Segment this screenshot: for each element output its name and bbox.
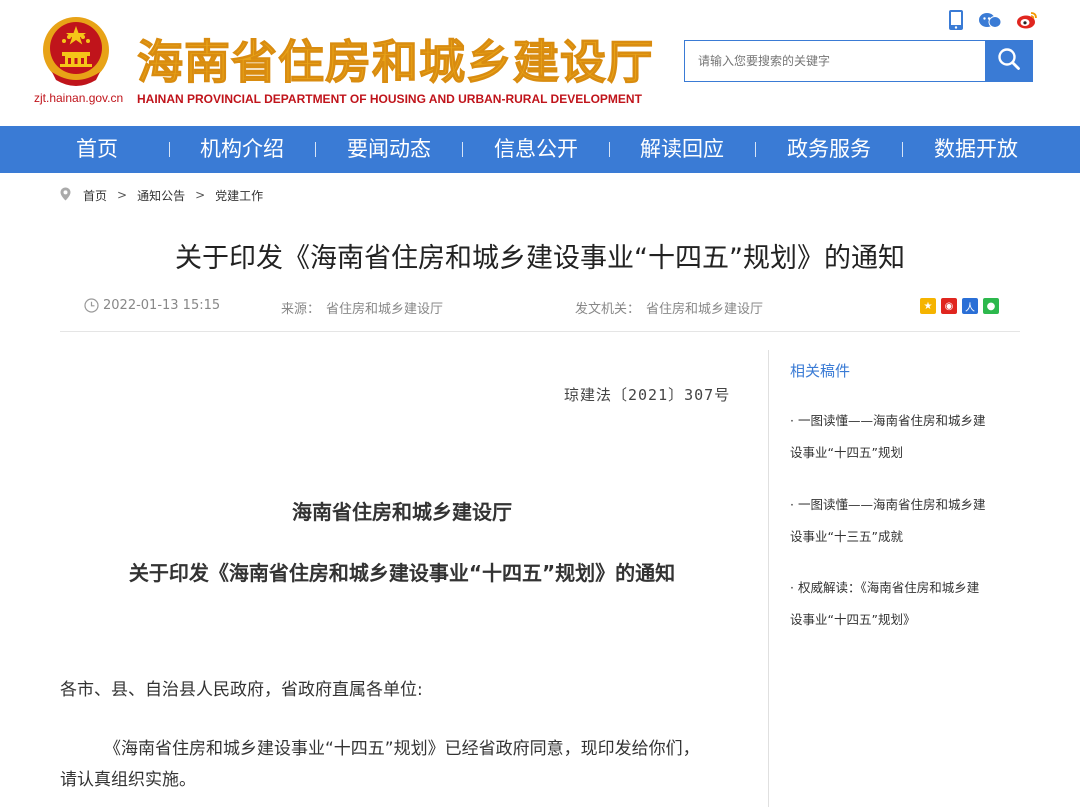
search-input[interactable]	[685, 41, 985, 81]
nav-item-interpretation[interactable]: 解读回应	[640, 126, 724, 173]
search-button[interactable]	[985, 40, 1033, 82]
share-bar: ★ ◉ 人 ●	[920, 298, 999, 314]
nav-separator	[315, 142, 316, 157]
body-paragraph-line2: 请认真组织实施。	[60, 770, 196, 790]
nav-item-about[interactable]: 机构介绍	[200, 126, 284, 173]
nav-item-home[interactable]: 首页	[76, 126, 118, 173]
date-text: 2022-01-13 15:15	[103, 298, 221, 313]
location-pin-icon	[60, 187, 71, 204]
nav-separator	[755, 142, 756, 157]
weibo-icon[interactable]	[1016, 10, 1038, 34]
site-subtitle: HAINAN PROVINCIAL DEPARTMENT OF HOUSING …	[137, 92, 642, 106]
breadcrumb-separator: >	[195, 188, 206, 202]
nav-item-news[interactable]: 要闻动态	[347, 126, 431, 173]
site-title[interactable]: 海南省住房和城乡建设厅	[137, 26, 654, 92]
nav-separator	[462, 142, 463, 157]
site-domain: zjt.hainan.gov.cn	[34, 91, 124, 105]
document-number: 琼建法〔2021〕307号	[564, 386, 731, 404]
breadcrumb-separator: >	[117, 188, 128, 202]
body-paragraph-line1: 《海南省住房和城乡建设事业“十四五”规划》已经省政府同意，现印发给你们，	[104, 739, 700, 759]
salutation: 各市、县、自治县人民政府，省政府直属各单位:	[60, 680, 423, 700]
related-article-line: 设事业“十四五”规划	[790, 445, 903, 460]
mobile-icon[interactable]	[948, 9, 964, 35]
national-emblem-logo[interactable]	[38, 14, 114, 90]
related-article-line: 设事业“十四五”规划》	[790, 612, 916, 627]
issuer-value: 省住房和城乡建设厅	[646, 302, 764, 317]
related-articles-heading: 相关稿件	[790, 362, 851, 380]
document-heading: 关于印发《海南省住房和城乡建设事业“十四五”规划》的通知	[128, 561, 676, 585]
top-icon-bar	[948, 9, 1038, 35]
publish-date: 2022-01-13 15:15	[84, 298, 220, 313]
article-title: 关于印发《海南省住房和城乡建设事业“十四五”规划》的通知	[175, 243, 905, 274]
title-divider	[60, 331, 1020, 332]
breadcrumb-notices[interactable]: 通知公告	[137, 187, 185, 204]
breadcrumb: 首页 > 通知公告 > 党建工作	[60, 186, 263, 204]
nav-separator	[609, 142, 610, 157]
nav-item-open-data[interactable]: 数据开放	[934, 126, 1018, 173]
renren-icon[interactable]: 人	[962, 298, 978, 314]
related-article-line: · 权威解读：《海南省住房和城乡建	[790, 580, 980, 595]
source-value: 省住房和城乡建设厅	[326, 302, 444, 317]
qzone-icon[interactable]: ★	[920, 298, 936, 314]
site-header: zjt.hainan.gov.cn 海南省住房和城乡建设厅 HAINAN PRO…	[0, 0, 1080, 126]
article-issuer: 发文机关： 省住房和城乡建设厅	[575, 298, 763, 317]
breadcrumb-party-building[interactable]: 党建工作	[215, 187, 263, 204]
breadcrumb-home[interactable]: 首页	[83, 187, 107, 204]
clock-icon	[84, 298, 99, 313]
issuer-label: 发文机关：	[575, 302, 641, 317]
article-source: 来源： 省住房和城乡建设厅	[281, 298, 443, 317]
nav-separator	[169, 142, 170, 157]
weibo-share-icon[interactable]: ◉	[941, 298, 957, 314]
related-article-item[interactable]: · 一图读懂——海南省住房和城乡建 设事业“十四五”规划	[790, 405, 1012, 469]
nav-item-services[interactable]: 政务服务	[787, 126, 871, 173]
related-article-item[interactable]: · 权威解读：《海南省住房和城乡建 设事业“十四五”规划》	[790, 572, 1012, 636]
qq-icon[interactable]	[978, 10, 1002, 34]
related-article-item[interactable]: · 一图读懂——海南省住房和城乡建 设事业“十三五”成就	[790, 489, 1012, 553]
issuing-organization: 海南省住房和城乡建设厅	[292, 500, 512, 524]
search-icon	[997, 47, 1021, 75]
nav-separator	[902, 142, 903, 157]
wechat-icon[interactable]: ●	[983, 298, 999, 314]
related-article-line: · 一图读懂——海南省住房和城乡建	[790, 497, 986, 512]
source-label: 来源：	[281, 302, 321, 317]
nav-item-disclosure[interactable]: 信息公开	[494, 126, 578, 173]
related-article-line: 设事业“十三五”成就	[790, 529, 903, 544]
search-box	[684, 40, 986, 82]
related-article-line: · 一图读懂——海南省住房和城乡建	[790, 413, 986, 428]
main-nav: 首页 机构介绍 要闻动态 信息公开 解读回应 政务服务 数据开放	[0, 126, 1080, 173]
sidebar-divider	[768, 350, 769, 807]
